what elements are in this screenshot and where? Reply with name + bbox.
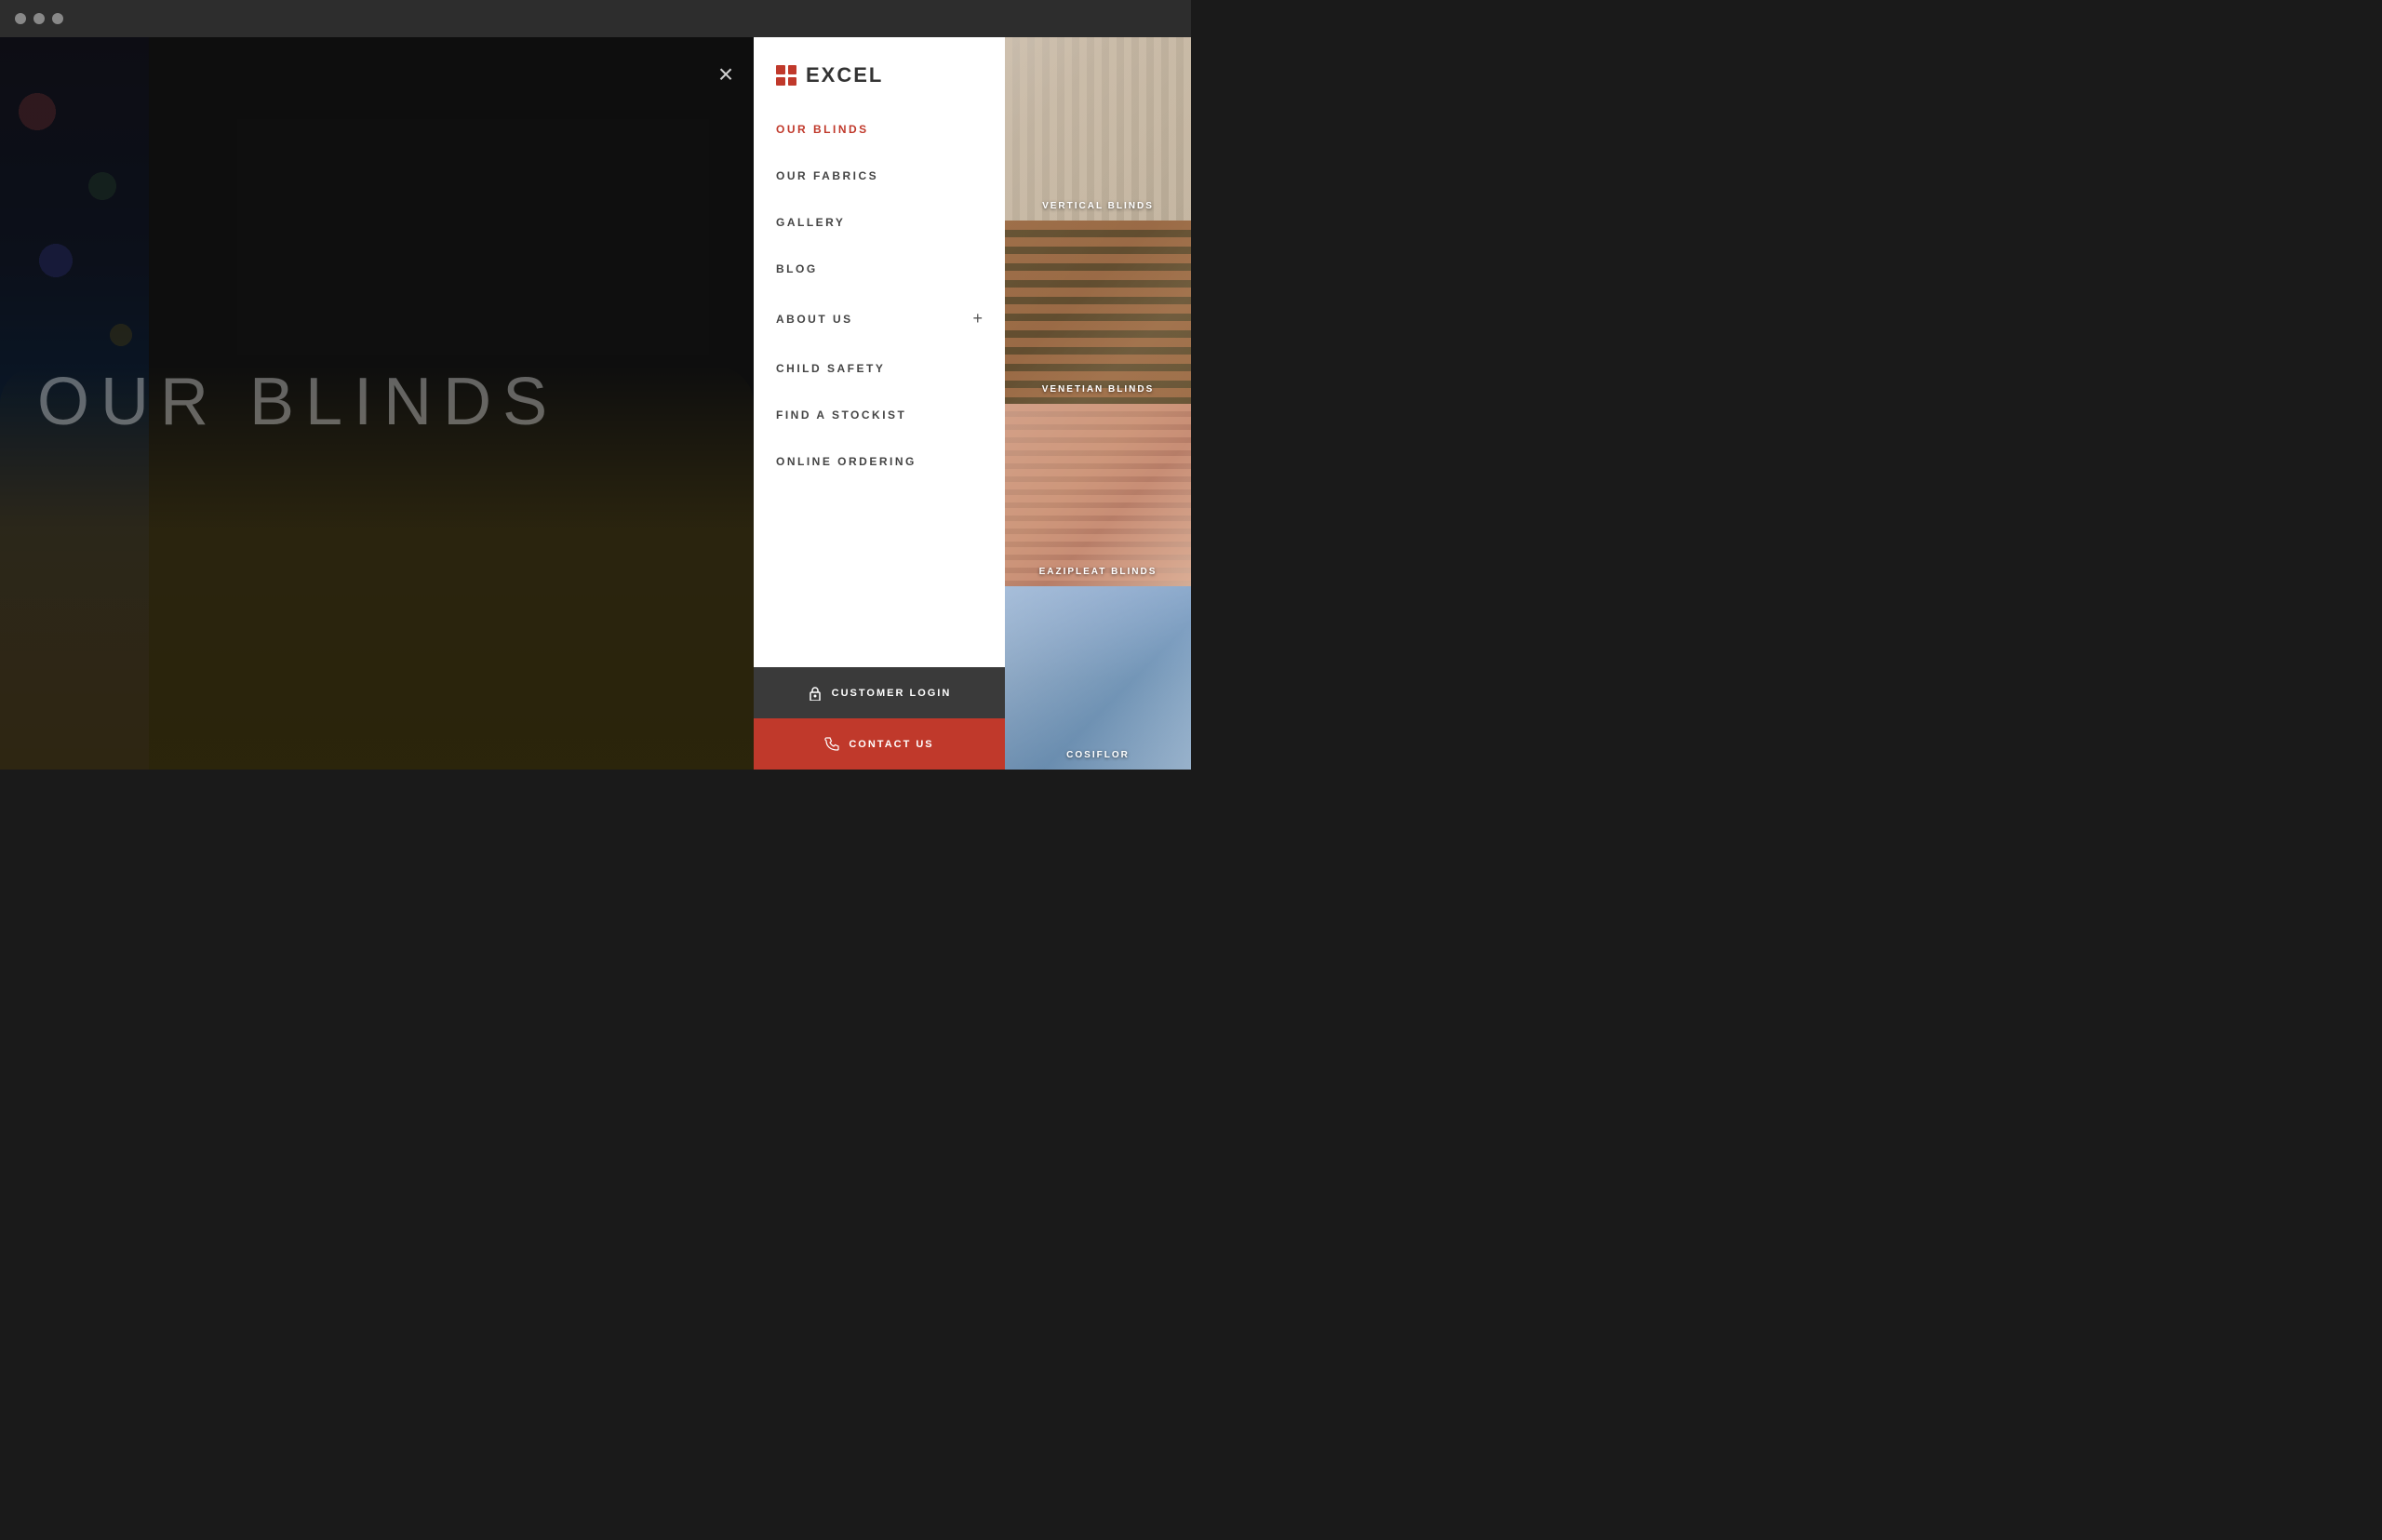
image-label-cosiflor: COSIFLOR (1005, 750, 1191, 760)
nav-logo: EXCEL (754, 37, 1005, 106)
nav-item-label-our-fabrics: OUR FABRICS (776, 169, 878, 182)
nav-item-blog[interactable]: BLOG (776, 246, 983, 292)
image-card-venetian-blinds[interactable]: VENETIAN BLINDS (1005, 221, 1191, 404)
logo-cell-3 (776, 77, 785, 87)
customer-login-button[interactable]: CUSTOMER LOGIN (754, 667, 1005, 718)
image-card-eazipleat-blinds[interactable]: EAZIPLEAT BLINDS (1005, 404, 1191, 587)
image-label-venetian-blinds: VENETIAN BLINDS (1005, 384, 1191, 395)
traffic-light-minimize[interactable] (33, 13, 45, 24)
nav-item-label-online-ordering: ONLINE ORDERING (776, 455, 917, 468)
nav-menu: OUR BLINDS OUR FABRICS GALLERY BLOG ABOU… (754, 106, 1005, 667)
image-card-vertical-blinds[interactable]: VERTICAL BLINDS (1005, 37, 1191, 221)
image-label-vertical-blinds: VERTICAL BLINDS (1005, 201, 1191, 211)
nav-panel: EXCEL OUR BLINDS OUR FABRICS GALLERY BLO… (754, 37, 1005, 770)
traffic-light-maximize[interactable] (52, 13, 63, 24)
nav-item-our-blinds[interactable]: OUR BLINDS (776, 106, 983, 153)
nav-item-label-find-stockist: FIND A STOCKIST (776, 408, 906, 422)
nav-item-label-child-safety: CHILD SAFETY (776, 362, 885, 375)
close-button[interactable]: × (707, 56, 744, 93)
logo-cell-4 (788, 77, 797, 87)
logo-cell-2 (788, 65, 797, 74)
nav-item-gallery[interactable]: GALLERY (776, 199, 983, 246)
nav-item-child-safety[interactable]: CHILD SAFETY (776, 345, 983, 392)
traffic-light-close[interactable] (15, 13, 26, 24)
nav-item-label-gallery: GALLERY (776, 216, 845, 229)
title-bar (0, 0, 1191, 37)
nav-item-online-ordering[interactable]: ONLINE ORDERING (776, 438, 983, 485)
logo-cell-1 (776, 65, 785, 74)
images-panel: VERTICAL BLINDS VENETIAN BLINDS EAZIPLEA… (1005, 37, 1191, 770)
plus-icon: + (972, 309, 983, 328)
contact-us-button[interactable]: CONTACT US (754, 718, 1005, 770)
logo-icon (776, 65, 796, 86)
image-label-eazipleat-blinds: EAZIPLEAT BLINDS (1005, 567, 1191, 577)
nav-footer: CUSTOMER LOGIN CONTACT US (754, 667, 1005, 770)
nav-item-label-our-blinds: OUR BLINDS (776, 123, 869, 136)
main-content: OUR BLINDS × EXCEL OUR BLINDS OUR FABRIC… (0, 37, 1191, 770)
nav-item-label-blog: BLOG (776, 262, 818, 275)
nav-item-about-us[interactable]: ABOUT US + (776, 292, 983, 345)
nav-item-find-stockist[interactable]: FIND A STOCKIST (776, 392, 983, 438)
logo-text: EXCEL (806, 63, 883, 87)
hero-text: OUR BLINDS (37, 364, 558, 440)
lock-icon (808, 686, 823, 701)
customer-login-label: CUSTOMER LOGIN (832, 688, 952, 699)
nav-item-our-fabrics[interactable]: OUR FABRICS (776, 153, 983, 199)
image-card-cosiflor[interactable]: COSIFLOR (1005, 586, 1191, 770)
contact-us-label: CONTACT US (849, 739, 933, 750)
phone-icon (824, 737, 839, 752)
nav-item-label-about-us: ABOUT US (776, 313, 853, 326)
